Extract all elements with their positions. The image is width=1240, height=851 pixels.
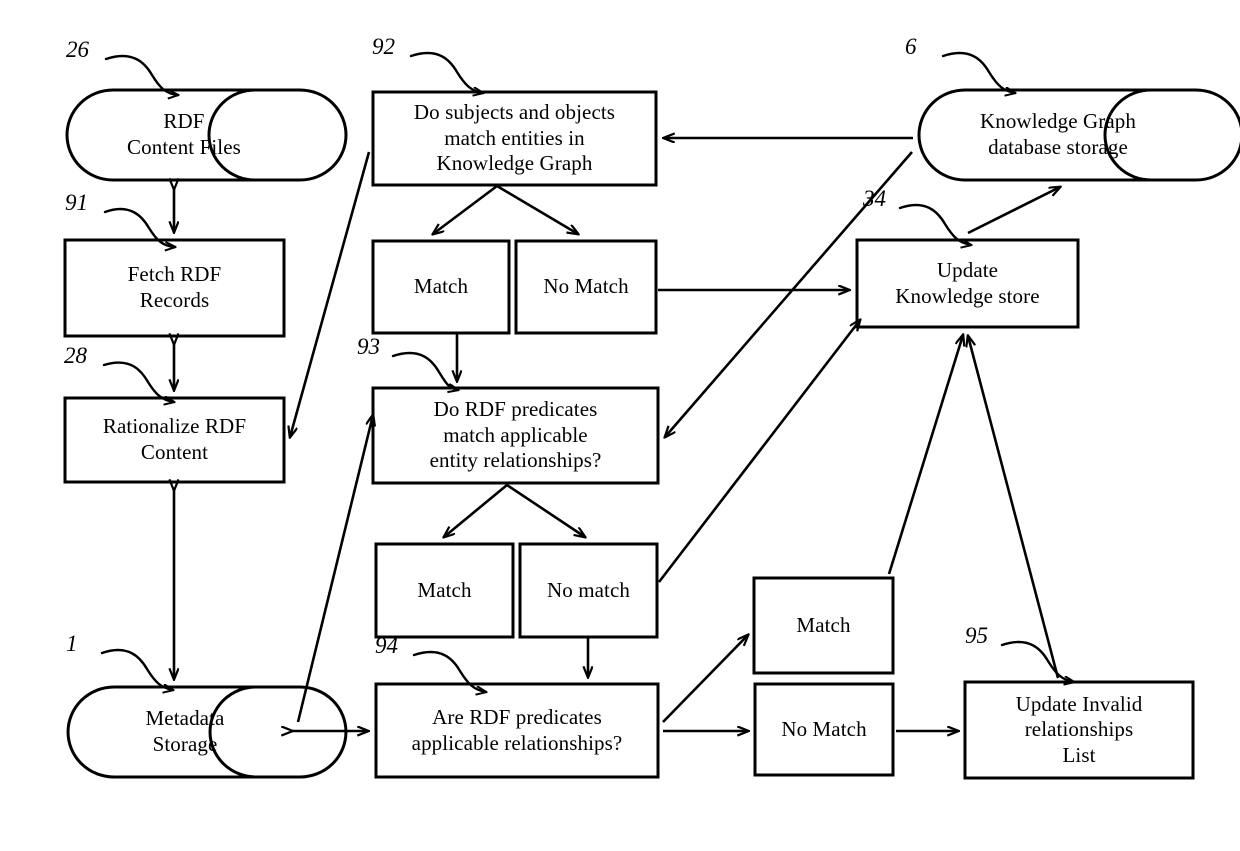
node-no-match-94 [753,682,895,777]
reference-numeral-94: 94 [375,633,398,658]
node-update-invalid-relationships [963,680,1195,780]
leader-92 [409,51,483,93]
reference-numeral-6: 6 [905,34,917,59]
connector-94-to-match [662,635,748,723]
connector-match94-to-update-store [887,335,963,575]
connector-92-to-no-match [496,184,578,234]
leader-95 [1000,640,1074,682]
connector-nomatch93-to-update-store [657,320,860,583]
patent-flowchart-figure: RDF Content Files Fetch RDF Records Rati… [0,0,1240,851]
reference-numeral-91: 91 [65,190,88,215]
node-match-93 [374,542,515,639]
connector-metadata-to-rdf-predicates-match [296,415,373,723]
reference-numeral-26: 26 [66,37,89,62]
node-knowledge-graph-storage [917,88,1240,182]
node-rationalize-rdf-content [63,396,286,484]
node-rdf-content-files [65,88,348,182]
leader-6 [941,51,1015,93]
reference-numeral-95: 95 [965,623,988,648]
node-fetch-rdf-records [63,238,286,338]
connector-update-store-to-knowledge-graph [967,187,1060,235]
reference-numeral-93: 93 [357,334,380,359]
node-no-match-93 [518,542,659,639]
reference-numeral-28: 28 [64,343,87,368]
node-match-94 [752,576,895,675]
connector-93-to-match [444,483,508,537]
node-no-match-92 [514,239,658,335]
leader-28 [102,361,174,402]
reference-numeral-1: 1 [66,631,78,656]
node-update-knowledge-store [855,238,1080,329]
reference-numeral-92: 92 [372,34,395,59]
leader-93 [391,351,458,390]
leader-1 [100,648,173,690]
connector-subjects-objects-to-rationalize [290,151,371,437]
node-subjects-objects-match [371,90,658,187]
connector-92-to-match [433,184,498,234]
reference-numeral-34: 34 [863,186,886,211]
node-match-92 [371,239,511,335]
node-rdf-predicates-match [371,386,660,485]
flowchart-canvas [63,51,1240,780]
node-rdf-predicates-applicable [374,682,660,779]
connector-93-to-no-match [506,483,585,537]
